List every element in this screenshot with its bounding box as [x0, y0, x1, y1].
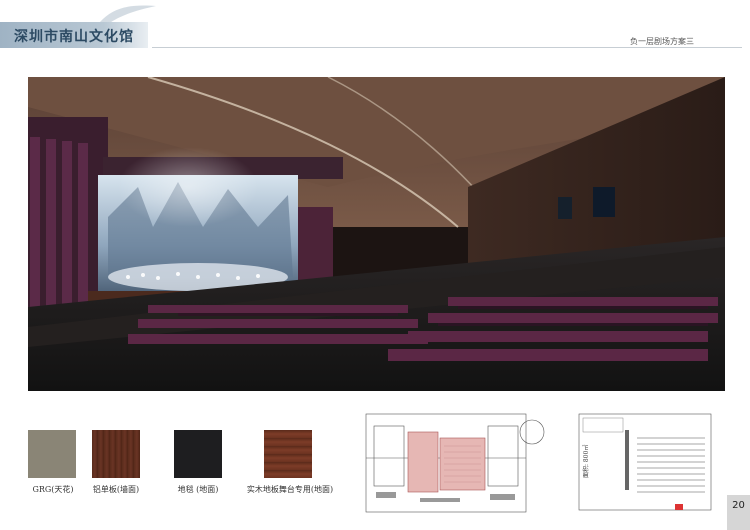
- floor-plan-seating: 面积: 800㎡: [575, 410, 715, 515]
- header-divider: [152, 47, 742, 48]
- material-swatch-wood-floor: [264, 430, 312, 478]
- page-subtitle: 负一层剧场方案三: [630, 37, 694, 46]
- material-swatch-carpet: [174, 430, 222, 478]
- material-label-aluminum: 铝单板(墙面): [92, 485, 140, 494]
- floor-plan-overall: [360, 408, 550, 520]
- material-label-grg: GRG(天花): [32, 485, 74, 494]
- page-number: 20: [727, 495, 750, 530]
- material-label-carpet: 地毯 (地面): [177, 485, 219, 494]
- material-swatch-grg: [28, 430, 76, 478]
- page-title: 深圳市南山文化馆: [14, 29, 134, 45]
- theater-rendering: [28, 77, 725, 391]
- area-label: 面积: 800㎡: [583, 444, 590, 478]
- material-label-wood-floor: 实木地板舞台专用(地面): [246, 485, 334, 494]
- material-swatch-aluminum: [92, 430, 140, 478]
